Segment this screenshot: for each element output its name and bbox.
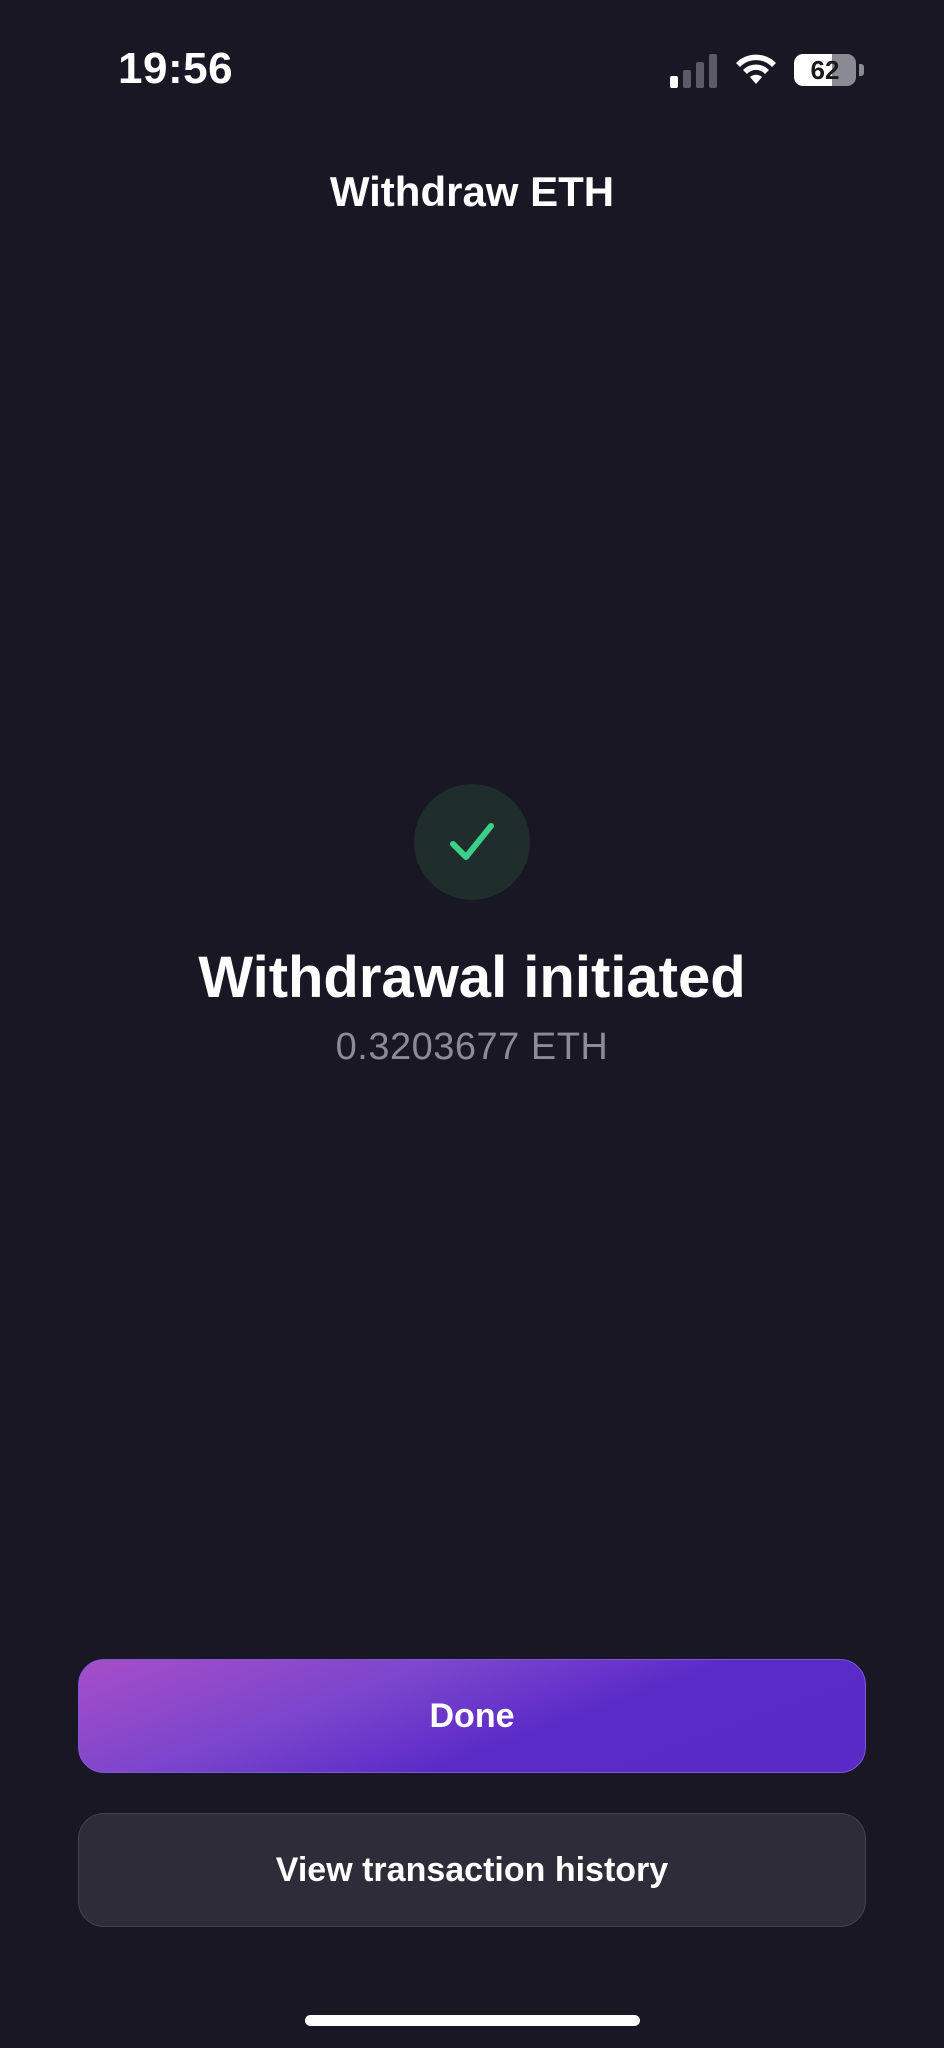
home-indicator[interactable] <box>305 2015 640 2026</box>
status-time: 19:56 <box>118 44 234 93</box>
page-title: Withdraw ETH <box>329 168 615 215</box>
success-badge <box>414 784 530 900</box>
success-title: Withdrawal initiated <box>198 945 746 1010</box>
battery-nub <box>859 64 864 76</box>
withdrawal-amount: 0.3203677 ETH <box>335 1026 609 1068</box>
battery-level: 62 <box>810 54 840 85</box>
battery-icon: 62 <box>794 54 856 86</box>
wifi-icon <box>736 54 776 84</box>
status-bar: 19:56 62 <box>0 0 944 140</box>
status-icons: 62 <box>670 50 864 90</box>
signal-icon <box>670 52 718 88</box>
view-transaction-history-button[interactable]: View transaction history <box>78 1813 866 1927</box>
done-button[interactable]: Done <box>78 1659 866 1773</box>
check-icon <box>450 823 494 860</box>
